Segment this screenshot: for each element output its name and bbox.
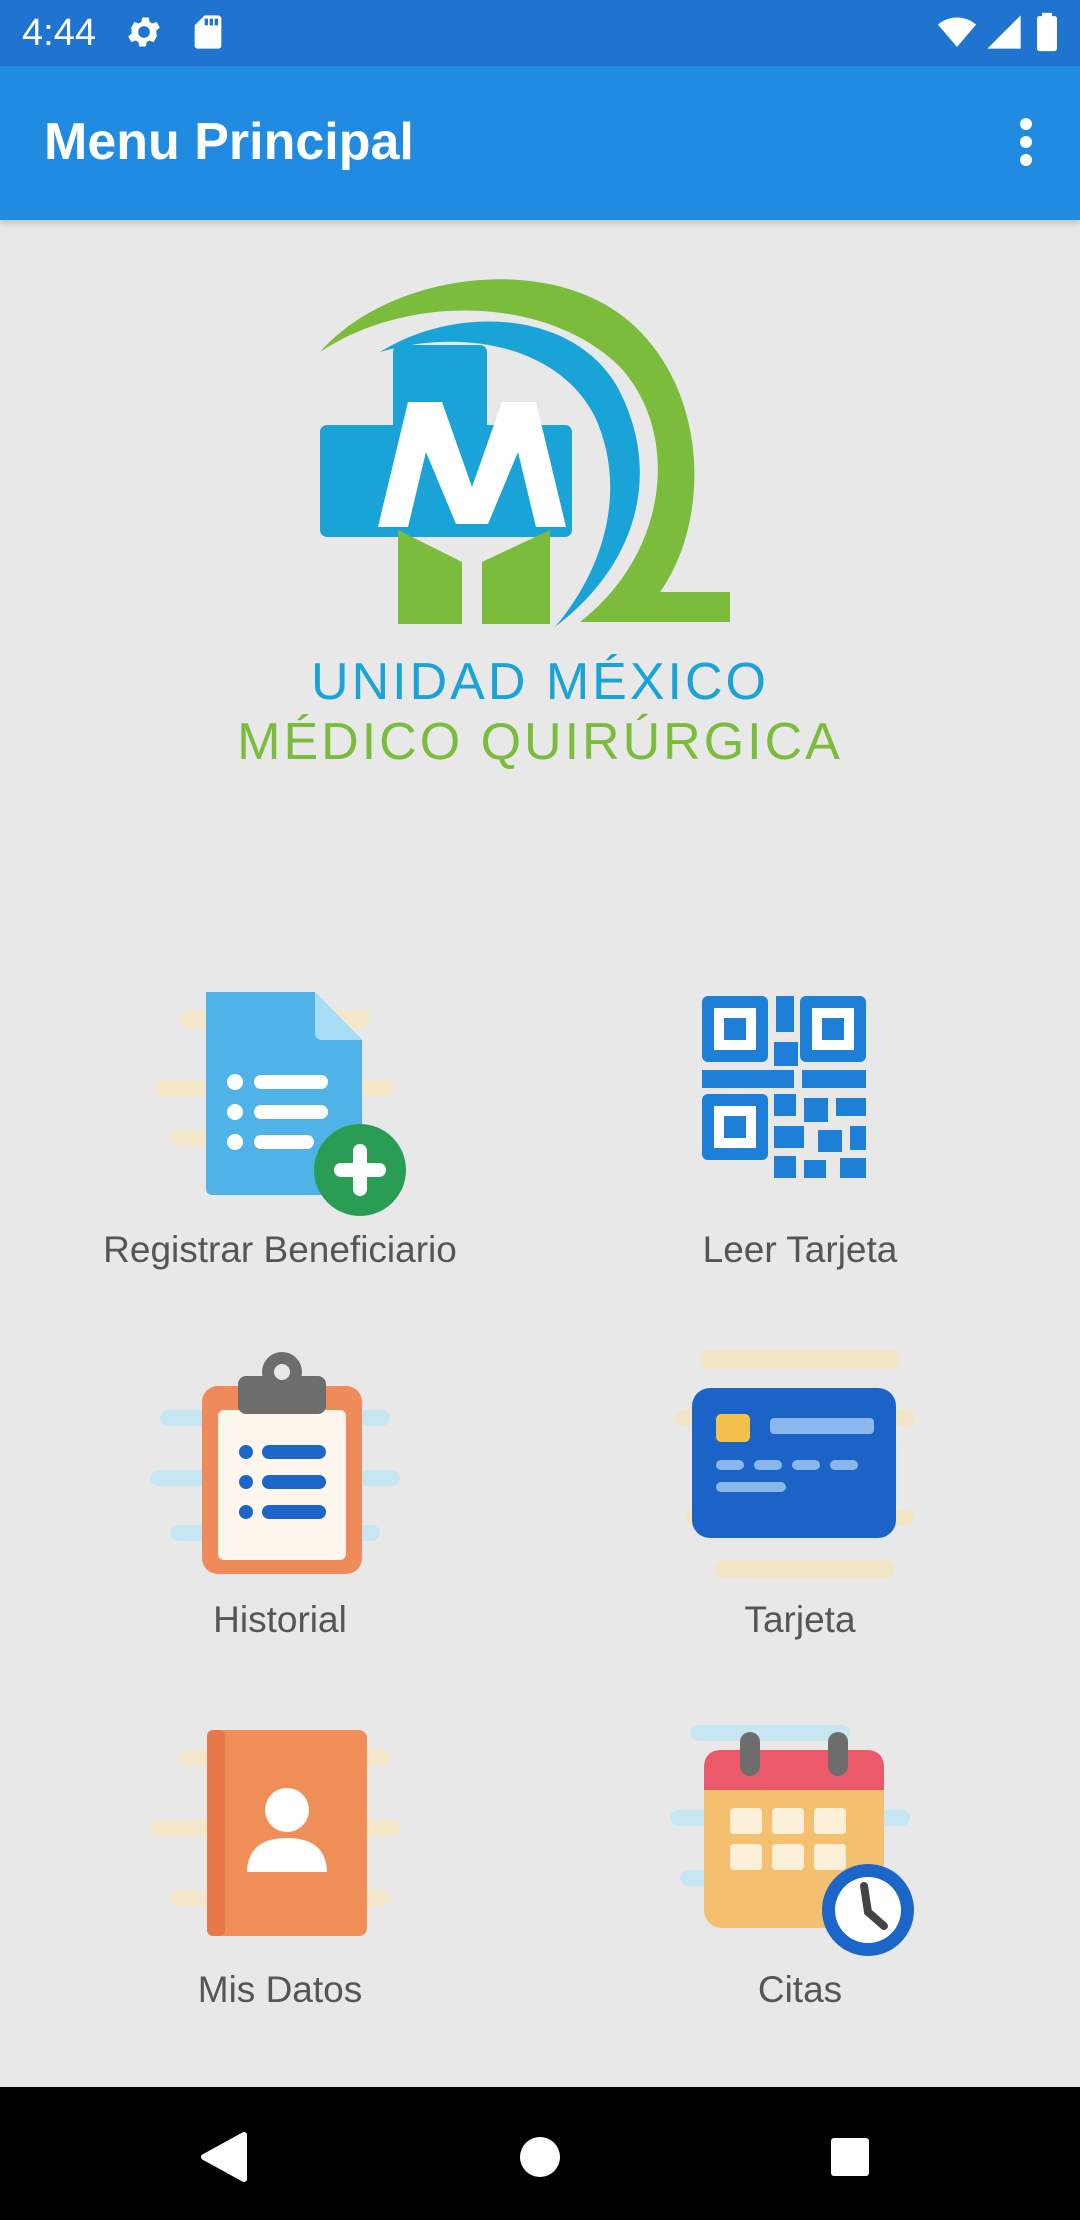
calendar-clock-icon <box>670 1725 914 1956</box>
add-document-icon <box>155 992 406 1216</box>
page-title: Menu Principal <box>44 113 414 171</box>
clipboard-list-icon <box>150 1352 400 1574</box>
logo <box>250 262 750 642</box>
contact-book-icon <box>150 1730 400 1936</box>
sd-card-icon <box>188 12 228 52</box>
recents-button[interactable] <box>810 2117 890 2197</box>
menu-item-citas[interactable]: Citas <box>590 1720 1010 2050</box>
menu-item-label: Tarjeta <box>744 1599 856 1640</box>
status-bar: 4:44 <box>0 0 1080 66</box>
home-button[interactable] <box>500 2117 580 2197</box>
menu-item-registrar-beneficiario[interactable]: Registrar Beneficiario <box>70 980 490 1310</box>
menu-item-label: Mis Datos <box>197 1969 363 2010</box>
overflow-menu-button[interactable] <box>990 106 1062 178</box>
menu-item-leer-tarjeta[interactable]: Leer Tarjeta <box>590 980 1010 1310</box>
cell-signal-icon <box>984 12 1024 52</box>
status-time: 4:44 <box>22 12 96 54</box>
menu-item-label: Citas <box>757 1969 843 2010</box>
settings-icon <box>124 12 164 52</box>
app-bar: Menu Principal <box>0 66 1080 220</box>
navigation-bar <box>0 2087 1080 2220</box>
credit-card-icon <box>675 1350 915 1578</box>
back-icon <box>201 2132 247 2182</box>
battery-icon <box>1034 12 1060 52</box>
menu-item-label: Historial <box>213 1599 347 1640</box>
menu-item-mis-datos[interactable]: Mis Datos <box>70 1720 490 2050</box>
menu-item-label: Leer Tarjeta <box>702 1229 898 1270</box>
menu-item-label: Registrar Beneficiario <box>103 1229 457 1270</box>
home-icon <box>520 2137 560 2177</box>
logo-text-line2: MÉDICO QUIRÚRGICA <box>237 713 843 771</box>
menu-item-historial[interactable]: Historial <box>70 1350 490 1680</box>
logo-text-line1: UNIDAD MÉXICO <box>311 653 769 711</box>
recents-icon <box>831 2138 869 2176</box>
menu-item-tarjeta[interactable]: Tarjeta <box>590 1350 1010 1680</box>
back-button[interactable] <box>186 2117 266 2197</box>
more-vert-icon <box>1020 118 1032 166</box>
wifi-icon <box>934 12 980 52</box>
medical-cross-logo-icon <box>320 279 730 627</box>
qr-code-icon <box>702 996 866 1178</box>
